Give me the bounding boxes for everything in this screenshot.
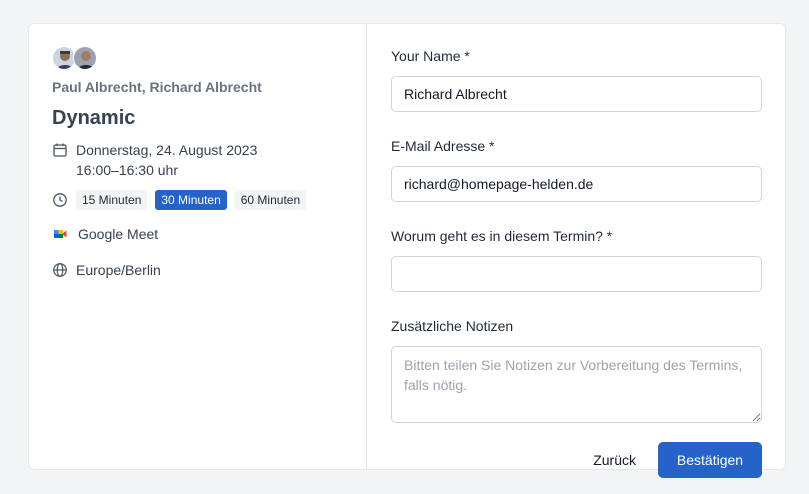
topic-label: Worum geht es in diesem Termin? * [391, 228, 613, 244]
event-location: Google Meet [52, 224, 366, 244]
clock-icon [53, 193, 67, 207]
booking-card: Paul Albrecht, Richard Albrecht Dynamic … [28, 23, 786, 478]
event-details-panel: Paul Albrecht, Richard Albrecht Dynamic … [29, 24, 367, 469]
organizer-avatars [52, 46, 366, 72]
google-meet-icon [54, 230, 67, 238]
topic-field-group: Worum geht es in diesem Termin? * [391, 226, 762, 292]
duration-option-30[interactable]: 30 Minuten [155, 190, 227, 210]
timezone-text: Europe/Berlin [76, 262, 161, 278]
event-timezone[interactable]: Europe/Berlin [52, 260, 366, 280]
back-button[interactable]: Zurück [577, 442, 652, 478]
calendar-icon [53, 143, 67, 157]
duration-selector: 15 Minuten 30 Minuten 60 Minuten [52, 190, 366, 210]
globe-icon [53, 263, 67, 277]
form-actions: Zurück Bestätigen [391, 442, 762, 478]
event-date: Donnerstag, 24. August 2023 16:00–16:30 … [52, 140, 366, 180]
topic-input[interactable] [391, 256, 762, 292]
email-label: E-Mail Adresse * [391, 138, 495, 154]
notes-label: Zusätzliche Notizen [391, 318, 514, 334]
event-title: Dynamic [52, 107, 136, 129]
name-field-group: Your Name * [391, 46, 762, 112]
duration-option-15[interactable]: 15 Minuten [76, 190, 148, 210]
event-date-text: Donnerstag, 24. August 2023 [76, 142, 258, 158]
name-input[interactable] [391, 76, 762, 112]
email-input[interactable] [391, 166, 762, 202]
notes-textarea[interactable] [391, 346, 762, 423]
avatar [73, 46, 97, 70]
notes-field-group: Zusätzliche Notizen [391, 316, 762, 423]
location-text: Google Meet [78, 226, 159, 242]
name-label: Your Name * [391, 48, 470, 64]
confirm-button[interactable]: Bestätigen [658, 442, 762, 478]
organizer-names: Paul Albrecht, Richard Albrecht [52, 79, 262, 95]
email-field-group: E-Mail Adresse * [391, 136, 762, 202]
event-time-text: 16:00–16:30 uhr [76, 162, 178, 178]
duration-option-60[interactable]: 60 Minuten [234, 190, 307, 210]
booking-form: Your Name * E-Mail Adresse * Worum geht … [367, 24, 785, 478]
